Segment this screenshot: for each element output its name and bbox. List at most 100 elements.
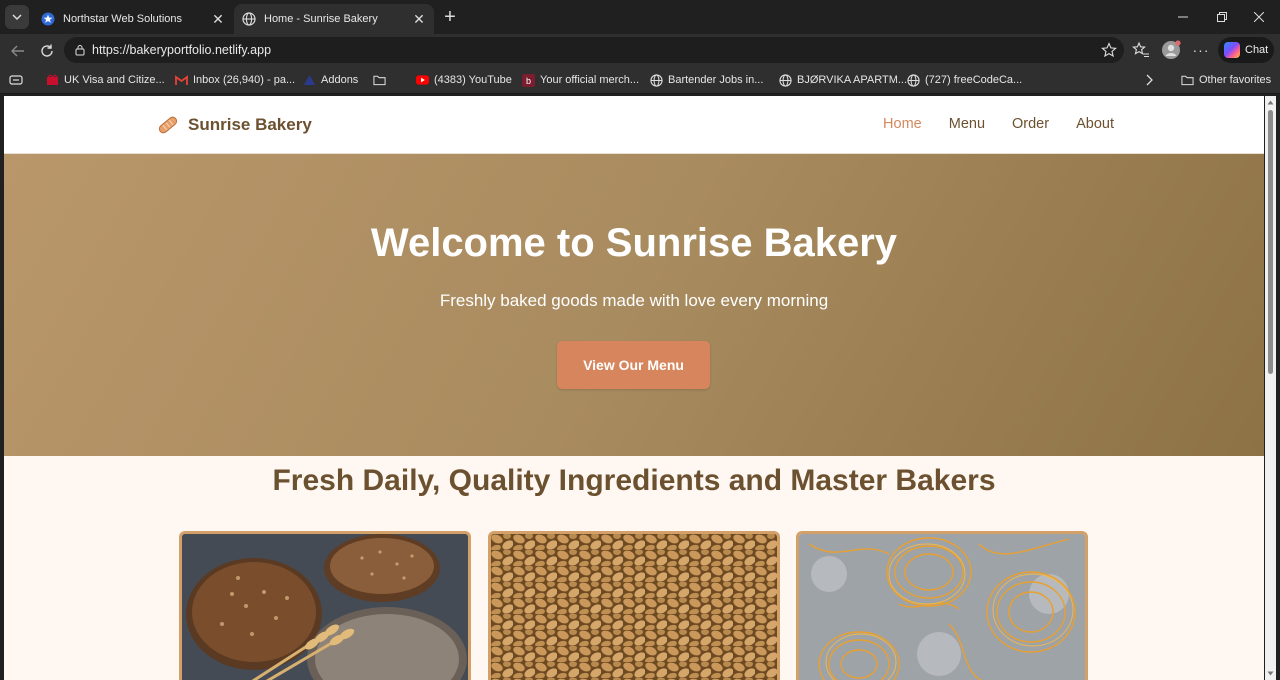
brand-logo-link[interactable]: Sunrise Bakery: [156, 113, 312, 137]
bookmark-label: (4383) YouTube: [434, 74, 512, 86]
globe-icon: [242, 12, 256, 26]
feature-card-fresh-bread: [179, 531, 471, 680]
merch-store-icon: b: [522, 73, 535, 87]
ellipsis-icon: ···: [1192, 42, 1210, 58]
feature-card-master-bakers: [796, 531, 1088, 680]
hero-title: Welcome to Sunrise Bakery: [370, 221, 898, 265]
close-icon: [1254, 12, 1264, 22]
restore-button[interactable]: [1203, 4, 1241, 30]
feature-card-quality-ingredients: [488, 531, 780, 680]
wheat-grains-image: [491, 534, 777, 680]
close-icon: ✕: [413, 10, 425, 27]
bookmark-uk-visa[interactable]: UK Visa and Citize...: [46, 71, 165, 89]
scroll-down-icon[interactable]: [1267, 670, 1274, 677]
brand-name: Sunrise Bakery: [188, 115, 312, 134]
close-tab-button[interactable]: ✕: [209, 10, 227, 28]
profile-button[interactable]: [1160, 39, 1182, 61]
other-favorites-folder[interactable]: Other favorites: [1181, 71, 1271, 89]
minimize-button[interactable]: [1164, 4, 1202, 30]
pasta-nests-image: [799, 534, 1085, 680]
bookmarks-bar: UK Visa and Citize... Inbox (26,940) - p…: [0, 66, 1280, 94]
minimize-icon: [1178, 16, 1188, 18]
lock-icon: [75, 45, 85, 56]
bookmark-bjorvika[interactable]: BJØRVIKA APARTM...: [779, 71, 907, 89]
collections-icon: [9, 75, 23, 85]
bread-icon: [158, 116, 178, 134]
scrollbar-thumb[interactable]: [1268, 110, 1273, 374]
refresh-icon: [41, 44, 53, 57]
bookmark-label: Bartender Jobs in...: [668, 74, 764, 86]
other-favorites-label: Other favorites: [1199, 74, 1272, 86]
close-window-button[interactable]: [1240, 4, 1278, 30]
tab-sunrise-bakery[interactable]: Home - Sunrise Bakery ✕: [234, 4, 434, 34]
chevron-right-icon: [1146, 74, 1153, 86]
hero-subtitle: Freshly baked goods made with love every…: [439, 291, 829, 310]
star-outline-icon: [1101, 42, 1117, 58]
tab-title: Northstar Web Solutions: [63, 13, 183, 25]
restore-icon: [1217, 12, 1227, 22]
address-bar[interactable]: https://bakeryportfolio.netlify.app: [64, 37, 1124, 63]
view-menu-button[interactable]: View Our Menu: [557, 341, 710, 389]
globe-icon: [907, 73, 920, 87]
svg-text:b: b: [526, 76, 531, 86]
chat-label: Chat: [1245, 44, 1269, 56]
bookmark-label: (727) freeCodeCa...: [925, 74, 1023, 86]
nav-about[interactable]: About: [1076, 116, 1114, 132]
address-toolbar: https://bakeryportfolio.netlify.app ··· …: [0, 34, 1280, 66]
copilot-icon: [1224, 42, 1240, 58]
arrow-left-icon: [11, 45, 24, 57]
tab-strip: Northstar Web Solutions ✕ Home - Sunrise…: [0, 0, 1280, 34]
favorite-button[interactable]: [1100, 41, 1118, 59]
tab-northstar[interactable]: Northstar Web Solutions ✕: [33, 4, 233, 34]
bread-loaves-image: [182, 534, 468, 680]
nav-order[interactable]: Order: [1012, 116, 1049, 132]
favorites-icon: [1132, 41, 1149, 58]
bookmarks-collection-button[interactable]: [9, 71, 23, 89]
nav-menu[interactable]: Menu: [949, 116, 985, 132]
tab-title: Home - Sunrise Bakery: [264, 13, 378, 25]
page-scrollbar[interactable]: [1265, 96, 1276, 680]
hero-section: Welcome to Sunrise Bakery Freshly baked …: [4, 154, 1264, 456]
bookmark-bartender-jobs[interactable]: Bartender Jobs in...: [650, 71, 763, 89]
bookmark-label: Inbox (26,940) - pa...: [193, 74, 296, 86]
scroll-up-icon[interactable]: [1267, 99, 1274, 106]
copilot-chat-button[interactable]: Chat: [1218, 37, 1274, 63]
tab-actions-button[interactable]: [5, 5, 29, 29]
site-header: Sunrise Bakery Home Menu Order About: [4, 96, 1264, 154]
page-viewport: Sunrise Bakery Home Menu Order About Wel…: [4, 96, 1264, 680]
main-nav: Home Menu Order About: [883, 116, 1114, 132]
bookmark-gmail-inbox[interactable]: Inbox (26,940) - pa...: [175, 71, 295, 89]
bookmark-label: UK Visa and Citize...: [64, 74, 165, 86]
bookmark-folder[interactable]: [373, 71, 391, 89]
bookmark-label: Your official merch...: [540, 74, 640, 86]
features-title: Fresh Daily, Quality Ingredients and Mas…: [272, 464, 996, 497]
bookmark-freecodecamp[interactable]: (727) freeCodeCa...: [907, 71, 1022, 89]
back-button[interactable]: [5, 38, 31, 64]
chevron-down-icon: [12, 14, 22, 21]
plus-icon: +: [444, 5, 456, 28]
new-tab-button[interactable]: +: [439, 6, 461, 28]
folder-icon: [373, 74, 386, 87]
close-icon: ✕: [212, 10, 224, 27]
folder-icon: [1181, 74, 1194, 87]
youtube-icon: [416, 74, 429, 87]
gmail-icon: [175, 74, 188, 87]
close-tab-button[interactable]: ✕: [410, 10, 428, 28]
bookmark-addons[interactable]: Addons: [303, 71, 358, 89]
bookmark-label: Addons: [321, 74, 359, 86]
crown-crest-icon: [46, 73, 59, 87]
bookmark-youtube[interactable]: (4383) YouTube: [416, 71, 512, 89]
bookmark-merch[interactable]: b Your official merch...: [522, 71, 639, 89]
more-button[interactable]: ···: [1190, 39, 1212, 61]
bookmark-label: BJØRVIKA APARTM...: [797, 74, 908, 86]
avatar-icon: [1162, 40, 1181, 59]
more-bookmarks-button[interactable]: [1144, 71, 1154, 89]
refresh-button[interactable]: [34, 38, 60, 64]
addons-icon: [303, 74, 316, 87]
globe-icon: [650, 73, 663, 87]
star-badge-icon: [41, 12, 55, 26]
nav-home[interactable]: Home: [883, 116, 922, 132]
url-text: https://bakeryportfolio.netlify.app: [92, 43, 272, 57]
favorites-button[interactable]: [1130, 39, 1152, 61]
globe-icon: [779, 73, 792, 87]
